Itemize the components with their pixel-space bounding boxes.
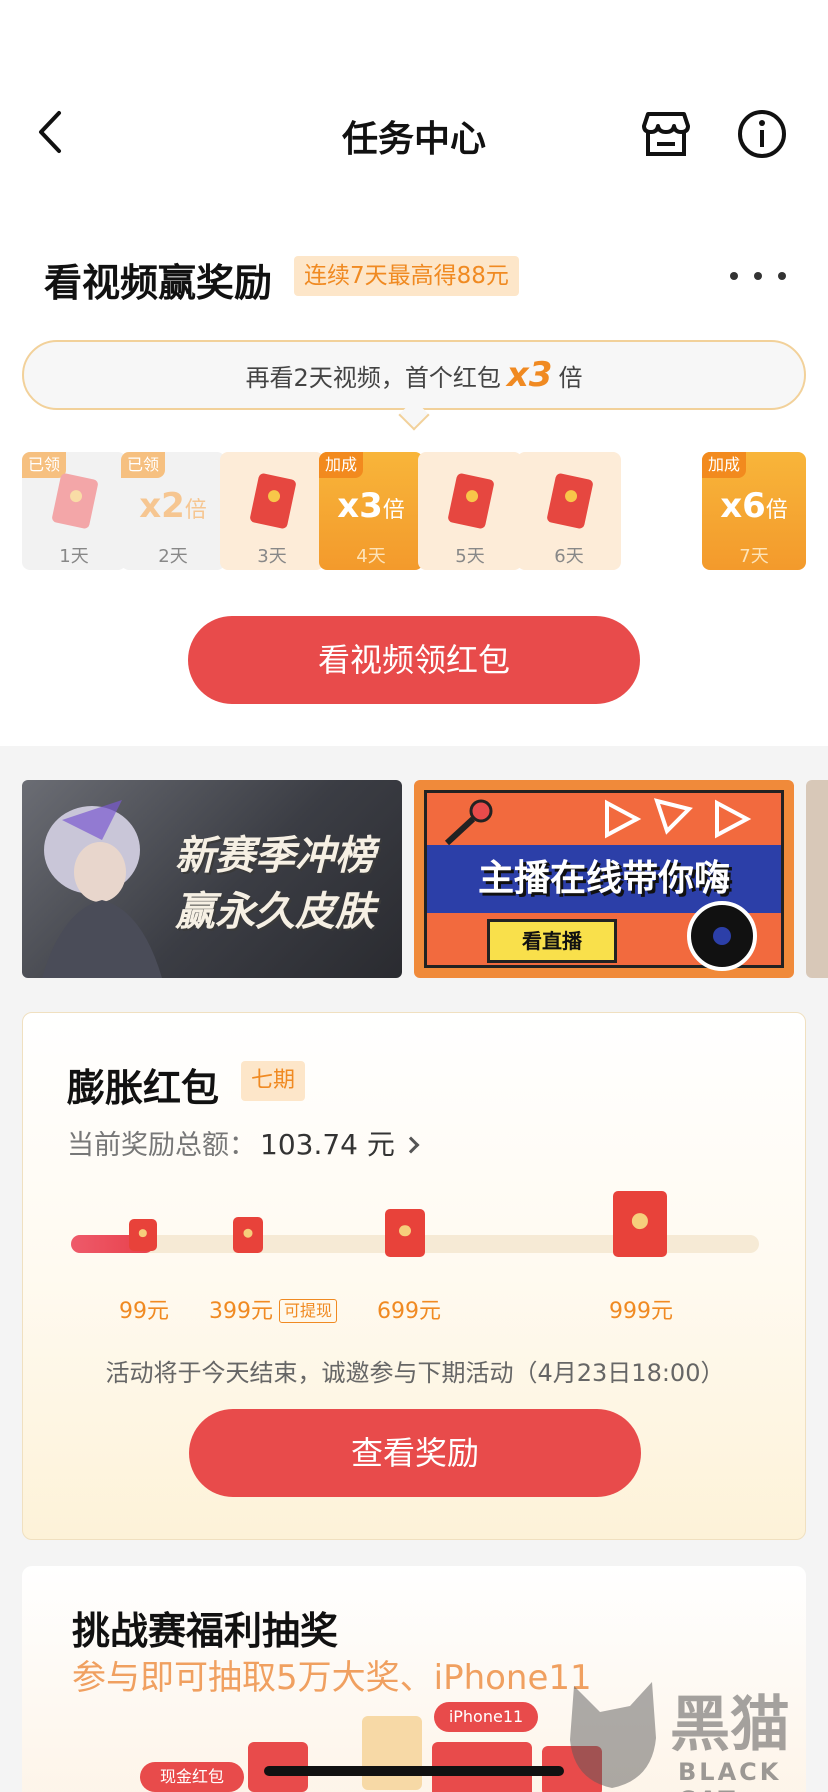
claimed-tag: 已领 [22,452,67,478]
watch-live-button[interactable]: 看直播 [487,919,617,963]
day-5-card[interactable]: 5天 [418,452,522,570]
red-packet-icon [51,472,99,530]
inflate-title: 膨胀红包 [67,1066,220,1110]
home-indicator[interactable] [264,1766,564,1776]
season-rank-banner[interactable]: 新赛季冲榜 赢永久皮肤 [22,780,402,978]
microphone-icon [444,799,493,846]
red-packet-icon [546,472,594,530]
watermark-text: 黑猫 [670,1690,790,1760]
red-packet-icon [613,1191,667,1257]
day-3-card[interactable]: 3天 [220,452,324,570]
day-multiplier: x2倍 [121,486,225,526]
live-banner-title: 主播在线带你嗨 [477,858,730,899]
next-banner-peek[interactable] [806,780,828,978]
video-reward-badge: 连续7天最高得88元 [294,256,519,296]
activity-notice: 活动将于今天结束，诚邀参与下期活动（4月23日18:00） [105,1359,725,1387]
black-cat-watermark: 黑猫 BLACK CAT [560,1676,828,1792]
tip-prefix: 再看2天视频，首个红包 [245,364,501,392]
live-stream-banner[interactable]: 主播在线带你嗨 看直播 [414,780,794,978]
red-packet-icon [447,472,495,530]
iphone-prize-tag: iPhone11 [434,1702,538,1732]
day-label: 5天 [455,546,485,567]
milestone-label: 999元 [609,1299,673,1324]
more-dot-icon [754,272,762,280]
withdrawable-chip: 可提现 [279,1299,338,1323]
day-multiplier: x3倍 [319,486,423,526]
day-label: 6天 [554,546,584,567]
red-packet-icon [129,1219,157,1251]
page-title: 任务中心 [341,119,486,160]
day-label: 7天 [739,546,769,567]
red-packet-icon [249,472,297,530]
vinyl-record-icon [687,901,757,971]
task-center-page: 任务中心 看视频赢奖励 连续7天最高得88元 再看2天视频，首个红包x3倍 [0,0,828,1792]
more-dot-icon [778,272,786,280]
inflate-red-packet-card: 膨胀红包 七期 当前奖励总额： 103.74 元 99元 399元 可提现 699元… [22,1012,806,1540]
multiplier-unit: 倍 [765,498,788,523]
day-7-card[interactable]: 加成 x6倍 7天 [702,452,806,570]
milestone-label-with-chip: 399元 可提现 [209,1293,338,1325]
day-label: 3天 [257,546,287,567]
store-button[interactable] [638,106,694,162]
challenge-subtitle: 参与即可抽取5万大奖、iPhone11 [72,1658,592,1698]
live-banner-frame: 主播在线带你嗨 看直播 [424,790,784,971]
bonus-tag: 加成 [702,452,747,478]
chevron-right-icon [402,1136,420,1154]
day-multiplier: x6倍 [702,486,806,526]
total-label: 当前奖励总额： [67,1130,256,1161]
view-reward-button[interactable]: 查看奖励 [189,1409,641,1497]
banner-line-1: 新赛季冲榜 [175,833,375,879]
more-options-button[interactable] [730,258,786,294]
prize-card-icon [362,1716,422,1790]
red-packet-icon [233,1217,263,1253]
nav-bar: 任务中心 [0,92,828,172]
day-label: 4天 [356,546,386,567]
period-tag: 七期 [241,1061,306,1101]
cat-logo-icon [570,1682,656,1788]
info-icon [738,110,786,158]
red-packet-icon [385,1209,425,1257]
multiplier-value: x3 [337,486,383,526]
play-icons-decoration [605,798,752,839]
watch-video-button[interactable]: 看视频领红包 [188,616,640,704]
tip-suffix: 倍 [558,364,583,392]
day-1-card[interactable]: 已领 1天 [22,452,126,570]
multiplier-value: x6 [720,486,766,526]
tip-multiplier: x3 [506,355,553,395]
more-dot-icon [730,272,738,280]
milestone-label: 699元 [377,1299,441,1324]
milestone-label: 99元 [119,1299,169,1324]
season-rank-banner-text: 新赛季冲榜 赢永久皮肤 [150,828,400,940]
banner-line-2: 赢永久皮肤 [175,889,375,935]
bonus-tag: 加成 [319,452,364,478]
video-reward-title: 看视频赢奖励 [44,261,273,305]
multiplier-unit: 倍 [382,498,405,523]
claimed-tag: 已领 [121,452,166,478]
info-button[interactable] [734,106,790,162]
multiplier-value: x2 [139,486,185,526]
day-label: 1天 [59,546,89,567]
day-6-card[interactable]: 6天 [517,452,621,570]
milestone-label: 399元 [209,1299,273,1324]
day-2-card[interactable]: 已领 x2倍 2天 [121,452,225,570]
day-label: 2天 [158,546,188,567]
store-icon [642,112,690,156]
watermark-subtext: BLACK CAT [678,1758,782,1792]
challenge-title: 挑战赛福利抽奖 [72,1609,339,1653]
multiplier-unit: 倍 [184,498,207,523]
total-reward-row[interactable]: 当前奖励总额： 103.74 元 [67,1123,420,1163]
day-streak-list: 已领 1天 已领 x2倍 2天 3天 加成 x3倍 4天 5天 6天 加成 x6 [22,452,806,570]
day-4-card[interactable]: 加成 x3倍 4天 [319,452,423,570]
total-value: 103.74 元 [260,1128,395,1161]
cash-red-packet-tag: 现金红包 [140,1762,244,1792]
